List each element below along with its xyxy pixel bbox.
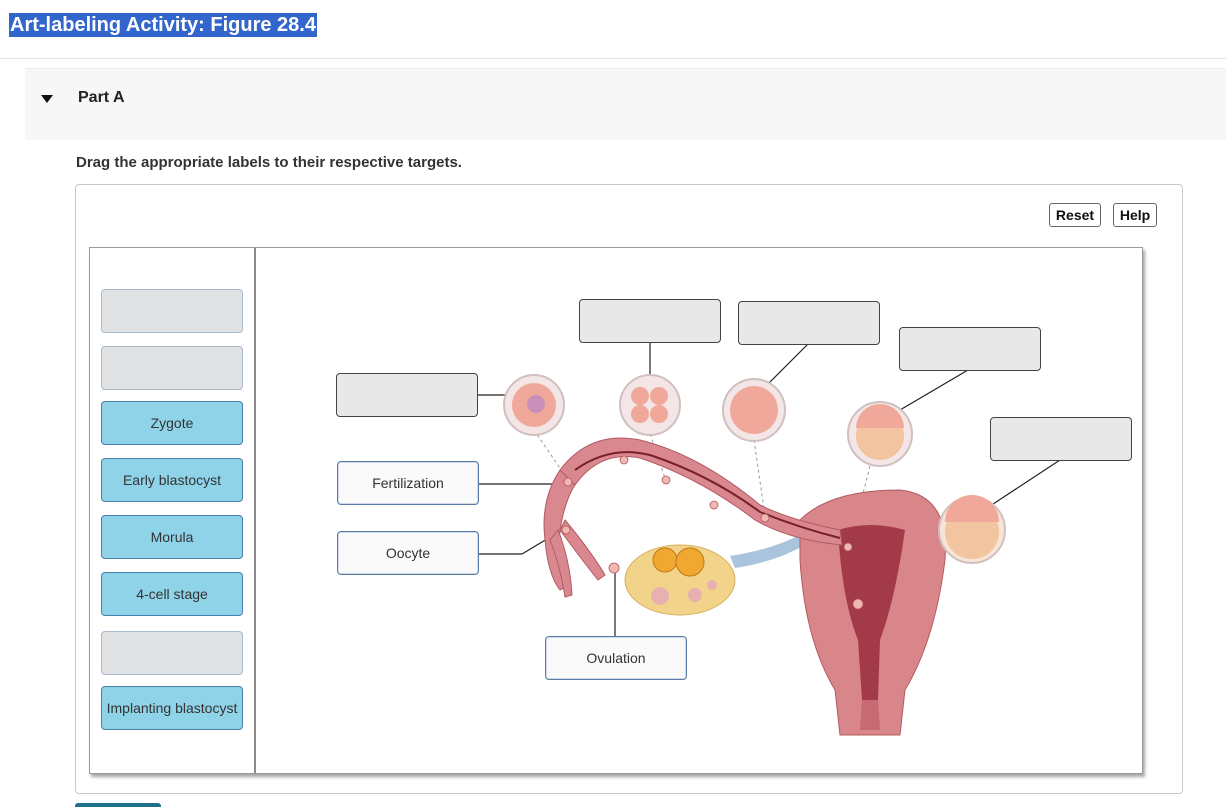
drop-target-2[interactable] xyxy=(579,299,721,343)
submit-button[interactable] xyxy=(75,803,161,807)
placed-label-ovulation: Ovulation xyxy=(545,636,687,680)
label-implanting-blastocyst[interactable]: Implanting blastocyst xyxy=(101,686,243,730)
label-4-cell-stage[interactable]: 4-cell stage xyxy=(101,572,243,616)
label-early-blastocyst[interactable]: Early blastocyst xyxy=(101,458,243,502)
label-bank-empty-slot xyxy=(101,631,243,675)
label-zygote[interactable]: Zygote xyxy=(101,401,243,445)
placed-label-oocyte: Oocyte xyxy=(337,531,479,575)
label-morula[interactable]: Morula xyxy=(101,515,243,559)
drop-target-3[interactable] xyxy=(738,301,880,345)
placed-label-fertilization: Fertilization xyxy=(337,461,479,505)
drop-target-1[interactable] xyxy=(336,373,478,417)
label-bank-empty-slot xyxy=(101,289,243,333)
drop-target-4[interactable] xyxy=(899,327,1041,371)
bank-divider xyxy=(254,248,256,773)
drop-target-5[interactable] xyxy=(990,417,1132,461)
label-bank-empty-slot xyxy=(101,346,243,390)
